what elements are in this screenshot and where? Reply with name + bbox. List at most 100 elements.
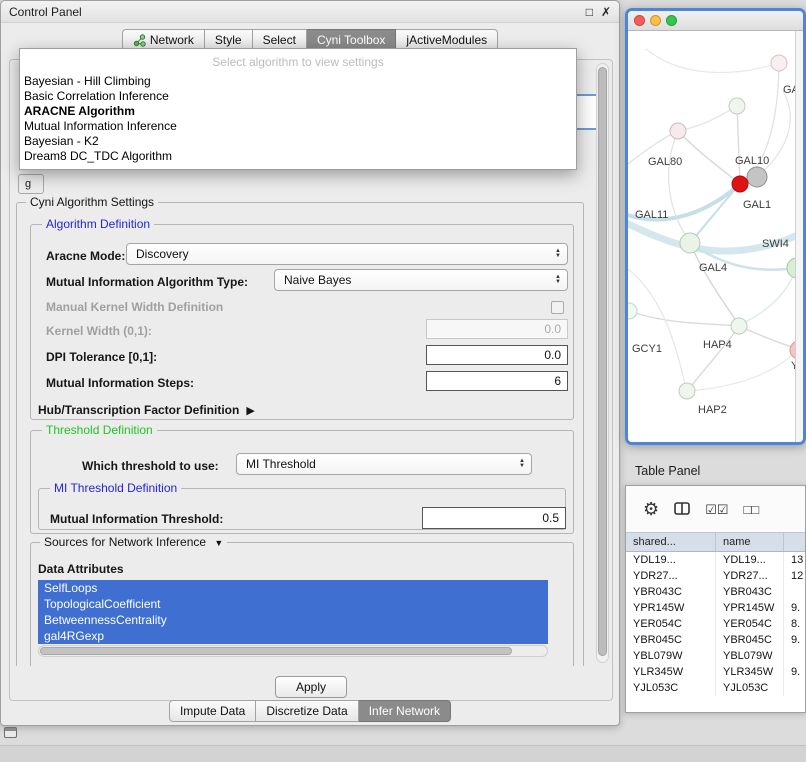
tab-label: Style [215, 33, 242, 47]
table-row[interactable]: YBR043CYBR043C [626, 584, 805, 600]
settings-vertical-scrollbar[interactable] [596, 63, 609, 663]
network-edge[interactable] [739, 269, 796, 325]
network-edge[interactable] [739, 326, 798, 349]
close-icon[interactable]: ✗ [601, 6, 611, 18]
algorithm-option-bayesian-hill-climbing[interactable]: Bayesian - Hill Climbing [20, 74, 576, 89]
aracne-mode-select[interactable]: Discovery ▲ ▼ [126, 243, 568, 265]
dpi-tolerance-field[interactable]: 0.0 [426, 345, 568, 365]
tab-infer-network[interactable]: Infer Network [359, 700, 451, 722]
network-edge[interactable] [737, 106, 740, 183]
gear-icon[interactable]: ⚙ [643, 500, 659, 518]
network-view-window: GALGAL80GAL10GAL1GAL11SWI4GAL4GCY1HAP4HA… [625, 8, 806, 445]
table-row[interactable]: YPR145WYPR145W9. [626, 600, 805, 616]
control-panel-titlebar[interactable]: Control Panel □ ✗ [1, 1, 619, 23]
mi-threshold-value: 0.5 [542, 511, 559, 525]
scrollbar-thumb[interactable] [598, 67, 607, 656]
attribute-item-selfloops[interactable]: SelfLoops [38, 580, 548, 596]
network-edge[interactable] [690, 185, 739, 243]
table-row[interactable]: YDL19...YDL19...13 [626, 552, 805, 568]
table-row[interactable]: YBL079WYBL079W [626, 648, 805, 664]
table-row[interactable]: YJL053CYJL053C [626, 680, 805, 696]
scrollbar-thumb[interactable] [40, 647, 512, 655]
network-edge[interactable] [687, 328, 738, 391]
column-header-col-2[interactable] [784, 533, 806, 551]
combo-down-icon: ▼ [555, 254, 561, 259]
node-hap2[interactable] [679, 383, 695, 399]
combo-arrows-icon: ▲ ▼ [555, 275, 561, 285]
traffic-minimize-button[interactable] [650, 15, 661, 26]
node-gal80[interactable] [670, 123, 686, 139]
mi-steps-field[interactable]: 6 [426, 371, 568, 391]
node-label-gcy1: GCY1 [632, 343, 662, 355]
traffic-zoom-button[interactable] [666, 15, 677, 26]
network-edge[interactable] [678, 131, 739, 183]
algorithm-option-mutual-information-inference[interactable]: Mutual Information Inference [20, 119, 576, 134]
network-edge[interactable] [646, 49, 778, 73]
node-gal10[interactable] [747, 167, 767, 187]
tab-discretize-data[interactable]: Discretize Data [256, 700, 358, 722]
mi-algorithm-type-label: Mutual Information Algorithm Type: [46, 275, 248, 289]
table-panel-window: ⚙ ☑☑ □□ shared...nameYDL19...YDL19...13Y… [625, 485, 806, 713]
network-edge[interactable] [629, 311, 738, 326]
table-row[interactable]: YBR045CYBR045C9. [626, 632, 805, 648]
network-canvas[interactable]: GALGAL80GAL10GAL1GAL11SWI4GAL4GCY1HAP4HA… [628, 31, 803, 442]
combo-arrows-icon: ▲ ▼ [519, 459, 525, 469]
network-window-titlebar[interactable] [628, 11, 803, 31]
data-attributes-label: Data Attributes [38, 562, 124, 576]
float-window-icon[interactable]: □ [586, 6, 593, 18]
attribute-item-gal4rgexp[interactable]: gal4RGexp [38, 628, 548, 644]
node-gal4[interactable] [680, 233, 700, 253]
columns-icon[interactable] [674, 502, 690, 517]
node-upper[interactable] [729, 98, 745, 114]
combo-fragment-text: g [25, 178, 31, 190]
window-title: Control Panel [9, 5, 82, 19]
select-all-rows-icon[interactable]: ☑☑ [705, 503, 728, 516]
tab-label: Infer Network [369, 704, 440, 718]
network-scrollbar[interactable] [795, 31, 803, 442]
which-threshold-select[interactable]: MI Threshold ▲ ▼ [236, 453, 532, 475]
manual-kernel-width-checkbox[interactable] [551, 301, 564, 314]
sources-group-toggle[interactable]: Sources for Network Inference ▼ [40, 535, 227, 549]
aracne-mode-value: Discovery [136, 247, 189, 261]
network-edge[interactable] [678, 107, 736, 131]
tab-label: Select [263, 33, 296, 47]
mi-algorithm-type-value: Naive Bayes [284, 273, 351, 287]
deselect-all-rows-icon[interactable]: □□ [743, 503, 759, 516]
table-panel-title: Table Panel [635, 464, 700, 478]
column-header-shared[interactable]: shared... [626, 533, 716, 551]
node-left-edge[interactable] [628, 303, 637, 319]
mi-threshold-group-title: MI Threshold Definition [50, 481, 181, 495]
table-row[interactable]: YLR345WYLR345W9. [626, 664, 805, 680]
column-header-name[interactable]: name [716, 533, 784, 551]
table-cell: YLR345W [716, 664, 784, 680]
algorithm-option-bayesian-k2[interactable]: Bayesian - K2 [20, 134, 576, 149]
combo-fragment: g [18, 174, 44, 194]
table-cell: YPR145W [626, 600, 716, 616]
algorithm-option-dream8-dc-tdc-algorithm[interactable]: Dream8 DC_TDC Algorithm [20, 149, 576, 164]
attributes-horizontal-scrollbar[interactable] [38, 645, 548, 657]
attribute-item-topologicalcoefficient[interactable]: TopologicalCoefficient [38, 596, 548, 612]
network-edge[interactable] [690, 243, 739, 325]
network-edge[interactable] [628, 269, 686, 389]
tab-label: jActiveModules [406, 33, 487, 47]
table-row[interactable]: YDR27...YDR27...12 [626, 568, 805, 584]
algorithm-option-aracne-algorithm[interactable]: ARACNE Algorithm [20, 104, 576, 119]
mi-algorithm-type-select[interactable]: Naive Bayes ▲ ▼ [274, 269, 568, 291]
apply-button[interactable]: Apply [275, 676, 347, 698]
mi-threshold-field[interactable]: 0.5 [422, 507, 566, 529]
table-cell: YDL19... [716, 552, 784, 568]
sources-group-title: Sources for Network Inference [44, 535, 206, 549]
restore-panel-icon[interactable] [4, 727, 17, 738]
node-top-right[interactable] [771, 55, 787, 71]
node-hap4[interactable] [731, 318, 747, 334]
mi-steps-label: Mutual Information Steps: [46, 376, 194, 390]
tab-impute-data[interactable]: Impute Data [169, 700, 256, 722]
attribute-item-betweennesscentrality[interactable]: BetweennessCentrality [38, 612, 548, 628]
hub-transcription-factor-toggle[interactable]: Hub/Transcription Factor Definition ▶ [38, 403, 255, 417]
table-row[interactable]: YER054CYER054C8. [626, 616, 805, 632]
algorithm-option-basic-correlation-inference[interactable]: Basic Correlation Inference [20, 89, 576, 104]
traffic-close-button[interactable] [634, 15, 645, 26]
network-edge[interactable] [669, 131, 689, 241]
mi-steps-value: 6 [554, 374, 561, 388]
node-gal1[interactable] [732, 176, 748, 192]
